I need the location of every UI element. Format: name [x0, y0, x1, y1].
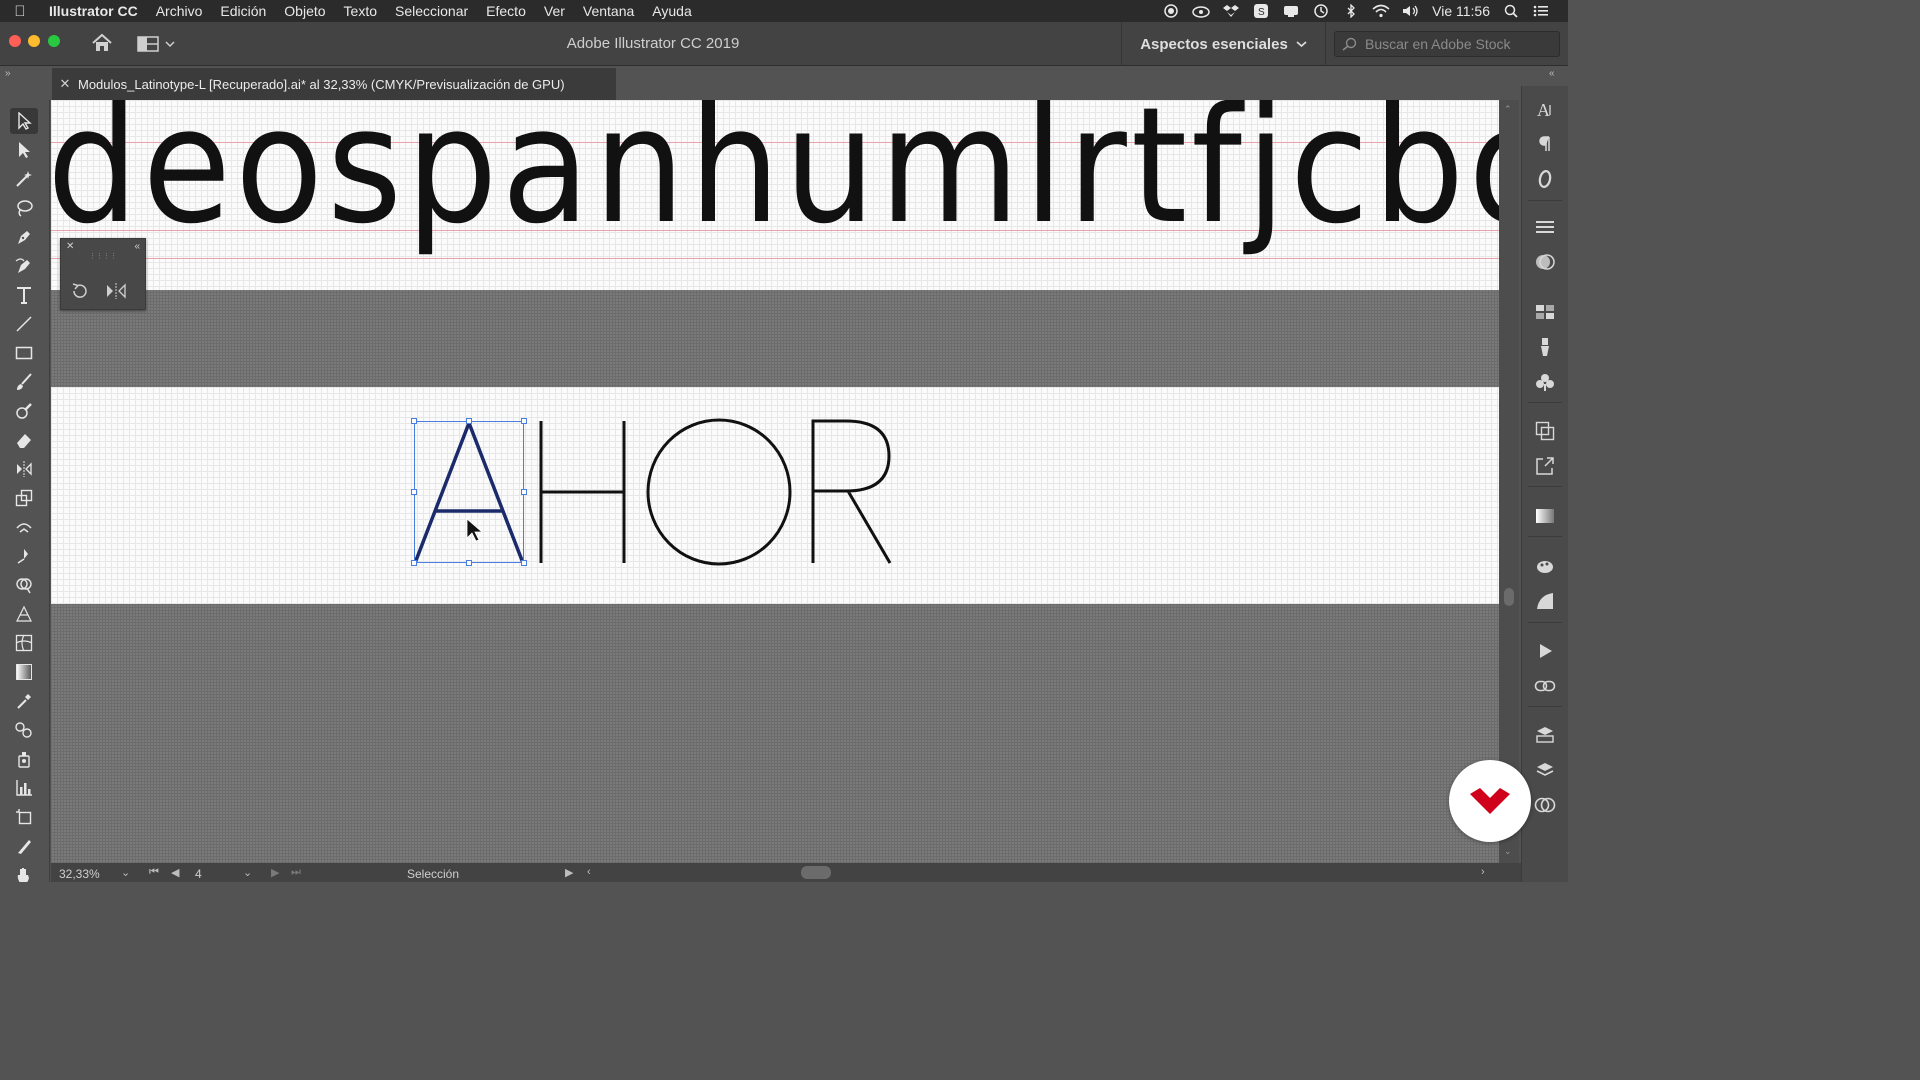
layers-panel-icon[interactable] — [1532, 757, 1558, 783]
scroll-left-icon[interactable]: ‹ — [587, 866, 591, 878]
status-bar: 32,33% ⌄ ⏮ ◀ 4 ⌄ ▶ ⏭ Selección ▶ ‹ › — [51, 863, 1521, 882]
close-panel-icon[interactable]: ✕ — [66, 241, 74, 252]
dock-separator — [1528, 622, 1562, 623]
symbols-panel-icon[interactable] — [1532, 369, 1558, 395]
pathfinder-panel-icon[interactable] — [1532, 792, 1558, 818]
scroll-right-icon[interactable]: › — [1481, 866, 1485, 878]
zoom-level[interactable]: 32,33% — [59, 867, 100, 881]
glyph-h[interactable] — [539, 421, 626, 563]
svg-text:A: A — [1537, 100, 1550, 119]
dock-separator — [1528, 486, 1562, 487]
resize-handle[interactable] — [411, 489, 417, 495]
actions-panel-icon[interactable] — [1532, 638, 1558, 664]
artboard-number[interactable]: 4 — [195, 867, 202, 881]
resize-handle[interactable] — [466, 418, 472, 424]
glyph-o[interactable] — [646, 418, 792, 566]
panel-dock: A — [1521, 86, 1568, 882]
brand-logo-icon — [1470, 788, 1510, 814]
zoom-dropdown-icon[interactable]: ⌄ — [121, 866, 130, 879]
resize-handle[interactable] — [411, 560, 417, 566]
opentype-panel-icon[interactable] — [1532, 166, 1558, 192]
resize-handle[interactable] — [521, 560, 527, 566]
resize-handle[interactable] — [521, 489, 527, 495]
graphic-styles-panel-icon[interactable] — [1532, 588, 1558, 614]
reflect-icon[interactable] — [103, 279, 129, 303]
export-panel-icon[interactable] — [1532, 453, 1558, 479]
collapse-panel-icon[interactable]: « — [134, 241, 140, 252]
rotate-icon[interactable] — [67, 279, 93, 303]
panel-grip[interactable]: ⋮⋮⋮⋮ — [61, 253, 145, 261]
last-artboard-icon[interactable]: ⏭ — [291, 866, 301, 879]
color-panel-icon[interactable] — [1532, 249, 1558, 275]
brand-logo — [1449, 760, 1531, 842]
resize-handle[interactable] — [521, 418, 527, 424]
character-panel-icon[interactable]: A — [1532, 96, 1558, 122]
panel-header: ✕ « — [61, 239, 145, 253]
status-menu-icon[interactable]: ▶ — [565, 866, 573, 879]
scroll-down-icon[interactable]: ⌄ — [1504, 846, 1512, 857]
dock-separator — [1528, 402, 1562, 403]
paragraph-panel-icon[interactable] — [1532, 131, 1558, 157]
vertical-scrollbar[interactable]: ⌃ ⌄ — [1499, 100, 1519, 863]
dock-separator — [1528, 536, 1562, 537]
brushes-panel-icon[interactable] — [1532, 334, 1558, 360]
floating-transform-panel[interactable]: ✕ « ⋮⋮⋮⋮ — [60, 238, 146, 310]
resize-handle[interactable] — [466, 560, 472, 566]
next-artboard-icon[interactable]: ▶ — [271, 866, 279, 879]
links-panel-icon[interactable] — [1532, 673, 1558, 699]
scroll-thumb[interactable] — [1504, 588, 1514, 606]
selection-bounding-box[interactable] — [411, 418, 527, 566]
properties-panel-icon[interactable] — [1532, 214, 1558, 240]
scroll-up-icon[interactable]: ⌃ — [1504, 104, 1512, 115]
status-tool-label: Selección — [407, 867, 460, 881]
resize-handle[interactable] — [411, 418, 417, 424]
dock-separator — [1528, 200, 1562, 201]
uppercase-glyph-art — [413, 418, 892, 566]
swatches-panel-icon[interactable] — [1532, 299, 1558, 325]
transform-panel-icon[interactable] — [1532, 418, 1558, 444]
libraries-panel-icon[interactable] — [1532, 722, 1558, 748]
appearance-panel-icon[interactable] — [1532, 553, 1558, 579]
first-artboard-icon[interactable]: ⏮ — [149, 866, 159, 879]
previous-artboard-icon[interactable]: ◀ — [171, 866, 179, 879]
horizontal-scroll-thumb[interactable] — [801, 866, 831, 879]
artboard-dropdown-icon[interactable]: ⌄ — [243, 866, 252, 879]
glyph-r[interactable] — [811, 419, 892, 564]
dock-separator — [1528, 706, 1562, 707]
illustrator-window:  Illustrator CC Archivo Edición Objeto … — [0, 0, 1568, 882]
gradient-panel-icon[interactable] — [1532, 503, 1558, 529]
